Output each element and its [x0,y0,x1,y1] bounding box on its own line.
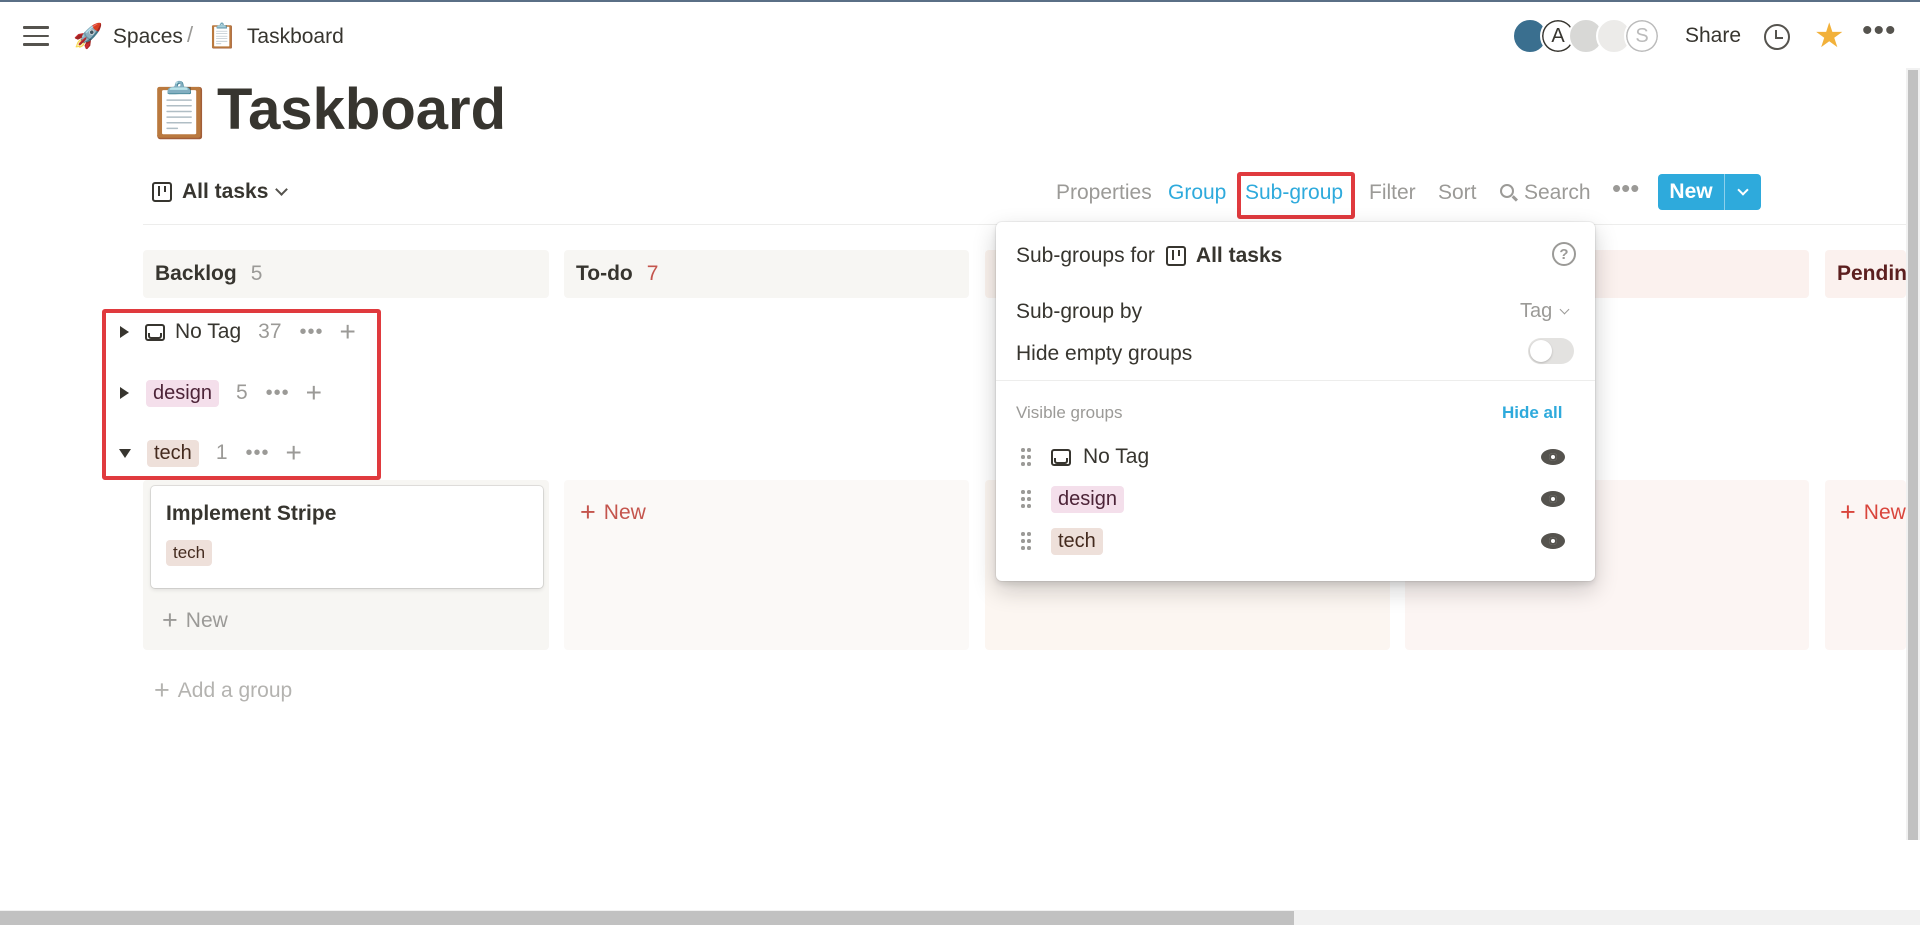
page-icon[interactable]: 📋 [146,80,213,143]
tray-icon [1051,448,1071,466]
plus-icon: + [580,497,596,527]
new-label: New [185,608,228,632]
add-group-button[interactable]: + Add a group [154,675,292,706]
toggle-knob [1530,340,1552,362]
todo-new-button[interactable]: + New [580,497,646,528]
subgroup-highlight-box [1237,172,1355,219]
subgroup-popover: Sub-groups for All tasks ? Sub-group by … [996,222,1595,581]
eye-icon[interactable] [1541,491,1565,507]
share-button[interactable]: Share [1685,24,1741,48]
plus-icon: + [1840,497,1856,527]
chevron-down-icon [1737,183,1749,196]
column-header-todo[interactable]: To-do 7 [564,250,969,298]
collaborator-avatars[interactable]: A S [1512,18,1660,54]
visible-group-tag: tech [1051,527,1103,555]
menu-icon[interactable] [23,26,49,46]
column-count: 7 [646,262,659,285]
star-icon[interactable]: ★ [1814,16,1844,56]
popover-view-name: All tasks [1195,244,1283,267]
add-group-label: Add a group [177,678,293,702]
card-title: Implement Stripe [166,502,337,525]
new-label: New [603,500,646,524]
new-button[interactable]: New [1658,174,1725,210]
breadcrumb-separator: / [187,22,194,47]
new-dropdown-button[interactable] [1725,174,1761,210]
view-name: All tasks [182,180,269,203]
drag-handle-icon[interactable] [1021,448,1031,466]
new-button-group: New [1658,174,1761,210]
popover-title: Sub-groups for All tasks [1016,244,1282,268]
board-view-icon [1165,246,1186,266]
visible-group-tag: design [1051,485,1124,513]
sort-button[interactable]: Sort [1438,181,1477,205]
group-button[interactable]: Group [1168,181,1226,205]
eye-icon[interactable] [1541,449,1565,465]
visible-group-row[interactable]: No Tag [1021,441,1581,473]
popover-title-prefix: Sub-groups for [1016,244,1155,267]
help-icon[interactable]: ? [1552,242,1576,266]
column-name: Pending [1837,262,1906,285]
search-button[interactable]: Search [1500,181,1591,205]
pending-new-button[interactable]: + New [1840,497,1906,528]
backlog-new-button[interactable]: + New [162,605,228,636]
breadcrumb-spaces[interactable]: 🚀 Spaces [73,22,183,51]
plus-icon: + [162,605,178,635]
card-tag: tech [166,540,213,566]
eye-icon[interactable] [1541,533,1565,549]
column-header-backlog[interactable]: Backlog 5 [143,250,549,298]
subgroup-highlight-box [102,309,381,480]
drag-handle-icon[interactable] [1021,532,1031,550]
more-options-icon[interactable]: ••• [1862,14,1897,48]
task-card[interactable]: Implement Stripe tech [151,486,543,588]
subgroup-by-label: Sub-group by [1016,300,1143,323]
subgroup-by-select[interactable]: Tag [1520,300,1570,323]
column-name: Backlog [155,262,237,285]
hide-empty-label: Hide empty groups [1016,342,1193,365]
new-label: New [1863,500,1906,524]
top-bar: 🚀 Spaces / 📋 Taskboard A S Share ★ ••• [0,2,1920,68]
drag-handle-icon[interactable] [1021,490,1031,508]
visible-group-row[interactable]: tech [1021,525,1581,557]
avatar[interactable]: S [1624,18,1660,54]
view-more-icon[interactable]: ••• [1612,173,1639,204]
search-label: Search [1524,181,1591,204]
visible-group-label: No Tag [1083,445,1150,468]
column-name: To-do [576,262,633,285]
breadcrumb-taskboard[interactable]: 📋 Taskboard [207,22,344,51]
breadcrumb-label: Taskboard [246,24,344,48]
popover-divider [996,380,1595,381]
search-icon [1500,184,1514,198]
board-view-icon [152,182,172,202]
rocket-icon: 🚀 [73,23,103,50]
filter-button[interactable]: Filter [1369,181,1416,205]
clock-icon[interactable] [1764,24,1790,50]
column-header-pending[interactable]: Pending [1825,250,1906,298]
chevron-down-icon [1559,304,1570,314]
page-title[interactable]: Taskboard [217,76,506,143]
clipboard-icon: 📋 [207,23,237,50]
view-selector[interactable]: All tasks [152,180,289,204]
hide-empty-toggle[interactable] [1528,338,1574,364]
visible-groups-heading: Visible groups [1016,403,1123,422]
chevron-down-icon [275,182,289,196]
plus-icon: + [154,675,170,705]
vertical-scrollbar-thumb[interactable] [1908,70,1918,840]
properties-button[interactable]: Properties [1056,181,1152,205]
visible-group-row[interactable]: design [1021,483,1581,515]
column-count: 5 [250,262,263,285]
hide-all-button[interactable]: Hide all [1502,403,1562,423]
subgroup-by-value: Tag [1520,300,1553,322]
horizontal-scrollbar-thumb[interactable] [0,911,1294,925]
breadcrumb-label: Spaces [112,24,183,48]
